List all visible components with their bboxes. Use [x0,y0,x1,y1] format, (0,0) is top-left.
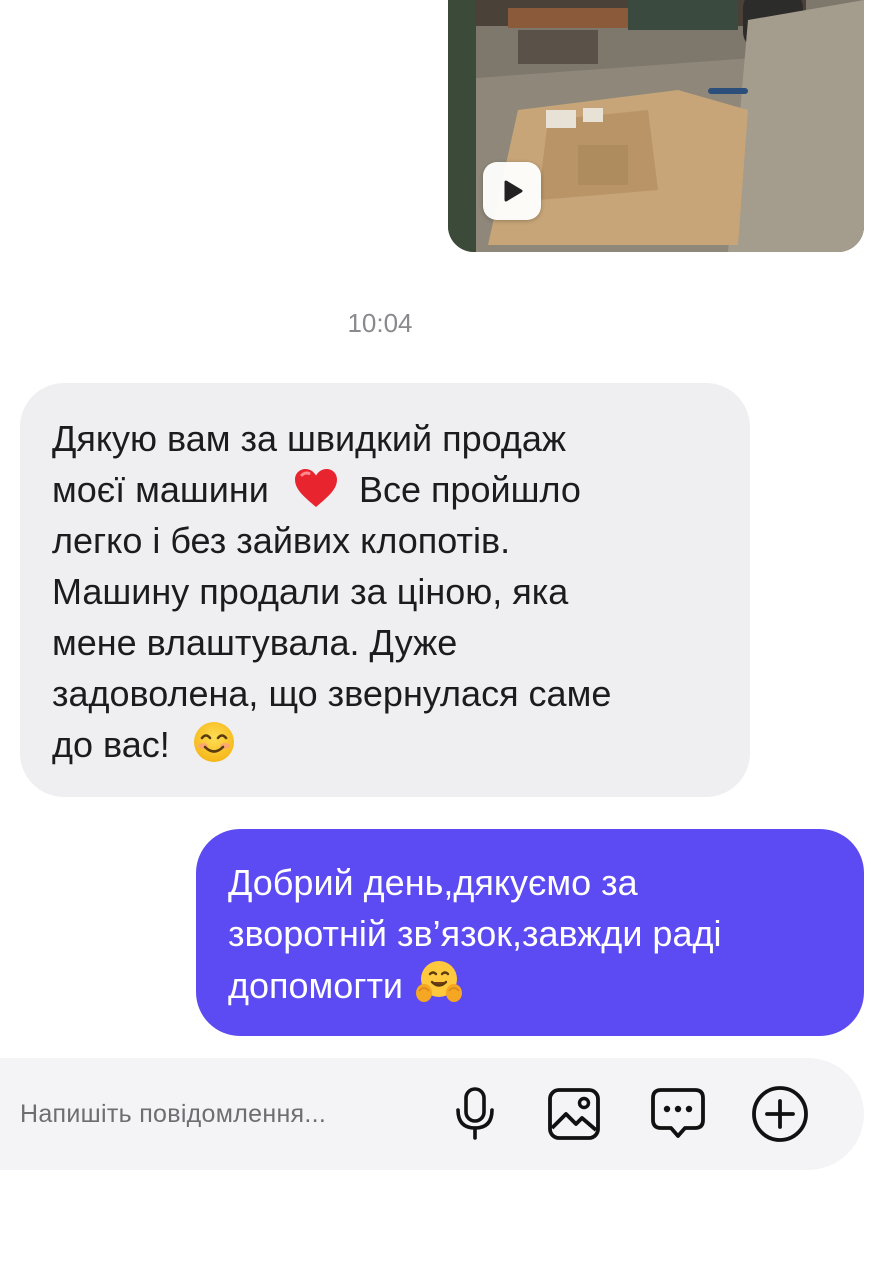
message-line: легко і без зайвих клопотів. [52,520,511,561]
microphone-icon [456,1087,494,1140]
play-button[interactable] [483,162,541,220]
voice-message-button[interactable] [443,1082,507,1146]
message-line: Машину продали за ціною, яка [52,571,569,612]
outgoing-message-bubble[interactable]: Добрий день,дякуємо за зворотній зв’язок… [196,829,864,1036]
message-line-with-emoji: моєї машини Все пройшло [52,464,710,515]
smiling-face-emoji-icon [193,722,234,762]
attach-image-button[interactable] [542,1082,606,1146]
plus-circle-icon [752,1086,808,1142]
message-line: зворотній зв’язок,завжди раді [228,913,722,954]
message-line-with-emoji: допомогти [228,959,834,1011]
quick-replies-button[interactable] [646,1082,710,1146]
message-line: мене влаштувала. Дуже [52,622,458,663]
message-line: Добрий день,дякуємо за [228,862,638,903]
message-line-with-emoji: до вас! [52,719,710,770]
incoming-message-bubble[interactable]: Дякую вам за швидкий продаж моєї машини … [20,383,750,797]
message-line: моєї машини [52,469,269,510]
message-timestamp: 10:04 [347,308,413,338]
more-actions-button[interactable] [748,1082,812,1146]
message-line: Дякую вам за швидкий продаж [52,418,567,459]
chat-bubble-icon [651,1088,705,1138]
red-heart-emoji-icon [294,469,337,507]
message-line: до вас! [52,724,170,765]
message-line: Все пройшло [358,469,581,510]
image-icon [548,1088,600,1140]
video-message[interactable] [448,0,864,252]
chat-screen: 10:04 Дякую вам за швидкий продаж моєї м… [0,0,885,1280]
message-composer [0,1058,864,1170]
message-line: задоволена, що звернулася саме [52,673,612,714]
message-line: допомогти [228,965,404,1006]
play-icon [504,180,523,202]
message-input[interactable] [20,1094,420,1134]
hugging-face-emoji-icon [416,961,463,1002]
